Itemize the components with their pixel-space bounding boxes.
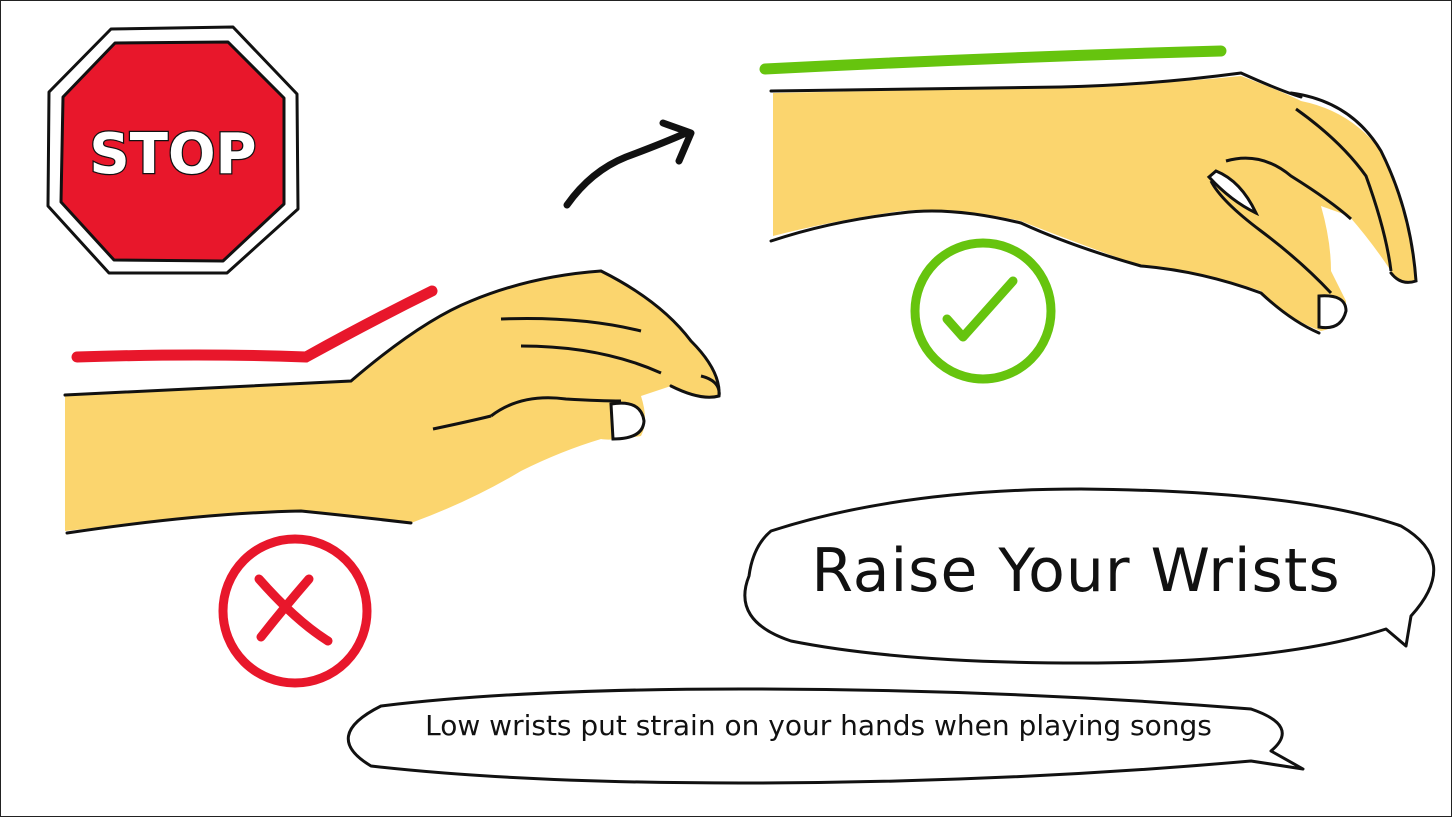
low-wrist-line xyxy=(71,285,438,363)
high-wrist-line xyxy=(759,45,1227,75)
caption-text: Low wrists put strain on your hands when… xyxy=(425,709,1212,742)
illustration-drawing: STOP xyxy=(46,25,1436,785)
illustration-canvas: STOP Raise Your Wrists Low wrists put st… xyxy=(0,0,1452,817)
raised-wrist-hand-icon xyxy=(769,71,1418,335)
arrow-icon xyxy=(563,119,695,209)
stop-sign-label: STOP xyxy=(89,122,256,187)
title-text: Raise Your Wrists xyxy=(811,536,1341,606)
check-mark-icon xyxy=(910,238,1056,384)
stop-sign-icon: STOP xyxy=(46,25,300,275)
cross-mark-icon xyxy=(218,534,372,688)
